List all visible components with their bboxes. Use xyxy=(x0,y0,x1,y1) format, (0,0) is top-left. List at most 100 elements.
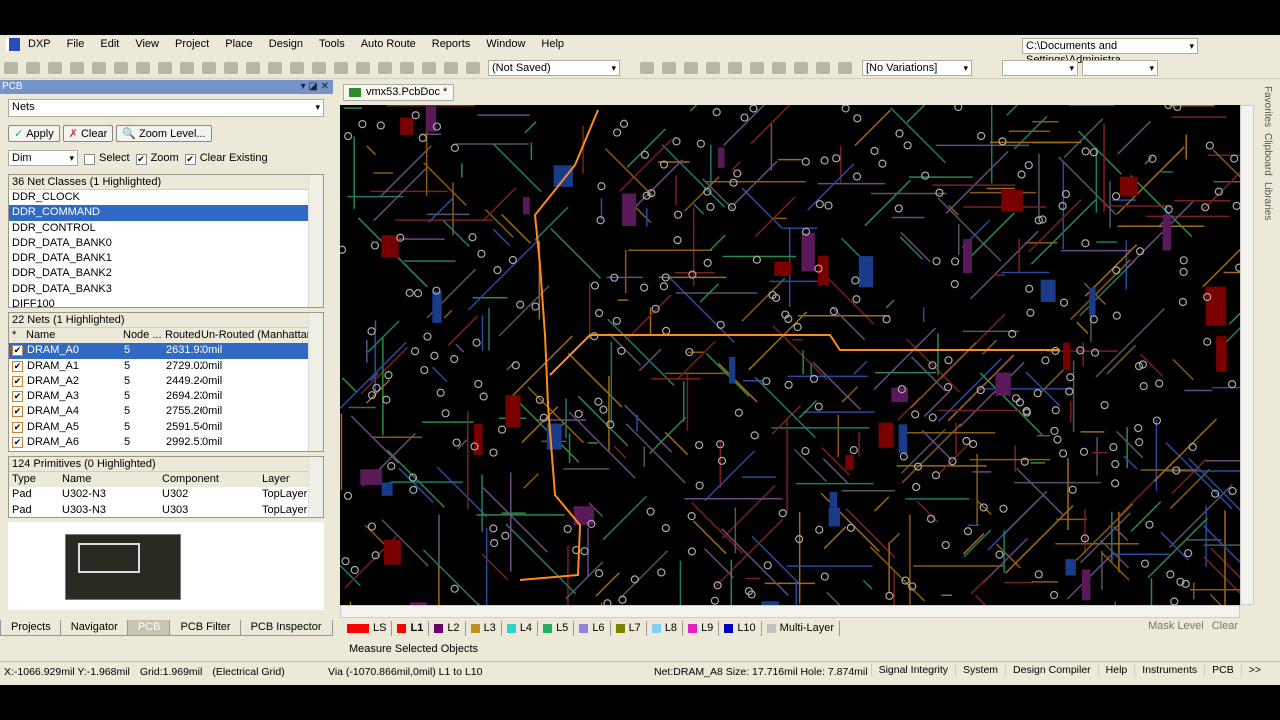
net-class-item[interactable]: DDR_DATA_BANK2 xyxy=(9,266,323,281)
toolbar-icon[interactable] xyxy=(158,61,172,74)
primitives-scrollbar[interactable] xyxy=(308,457,323,517)
net-checkbox[interactable]: ✔ xyxy=(12,360,23,372)
menu-file[interactable]: File xyxy=(59,38,93,50)
layer-tab-l6[interactable]: L6 xyxy=(574,620,611,636)
net-row[interactable]: ✔ DRAM_A5 5 2591.54 0mil xyxy=(9,420,323,435)
toolbar-icon[interactable] xyxy=(114,61,128,74)
vertical-scrollbar[interactable] xyxy=(1240,105,1254,605)
status-button[interactable]: Instruments xyxy=(1134,664,1204,676)
col-type[interactable]: Type xyxy=(12,472,62,487)
net-class-item[interactable]: DIFF100 xyxy=(9,297,323,307)
filter-select-1[interactable] xyxy=(1002,59,1078,76)
status-button[interactable]: Help xyxy=(1097,664,1135,676)
status-button[interactable]: >> xyxy=(1240,664,1268,676)
toolbar-icon[interactable] xyxy=(772,61,786,74)
net-checkbox[interactable]: ✔ xyxy=(12,391,23,403)
layer-tab-l9[interactable]: L9 xyxy=(683,620,720,636)
col-node[interactable]: Node ... xyxy=(123,328,165,343)
layer-tab-l2[interactable]: L2 xyxy=(429,620,466,636)
toolbar-icon[interactable] xyxy=(312,61,326,74)
panel-tab-pcb-filter[interactable]: PCB Filter xyxy=(169,620,242,636)
net-class-item[interactable]: DDR_DATA_BANK0 xyxy=(9,236,323,251)
layer-tab-multi-layer[interactable]: Multi-Layer xyxy=(762,620,841,636)
dim-select[interactable]: Dim xyxy=(8,150,78,166)
nets-scrollbar[interactable] xyxy=(308,313,323,451)
toolbar-icon[interactable] xyxy=(444,61,458,74)
net-checkbox[interactable]: ✔ xyxy=(12,375,23,387)
filter-select-2[interactable] xyxy=(1082,59,1158,76)
col-layer[interactable]: Layer xyxy=(262,472,312,487)
menu-project[interactable]: Project xyxy=(167,38,217,50)
col-routed[interactable]: Routed xyxy=(165,328,201,343)
toolbar-icon[interactable] xyxy=(684,61,698,74)
toolbar-icon[interactable] xyxy=(706,61,720,74)
clear-existing-checkbox[interactable]: ✔ Clear Existing xyxy=(184,152,268,165)
toolbar-icon[interactable] xyxy=(334,61,348,74)
toolbar-icon[interactable] xyxy=(4,61,18,74)
favorites-tab[interactable]: Favorites xyxy=(1262,86,1273,127)
toolbar-icon[interactable] xyxy=(750,61,764,74)
variations-select[interactable]: [No Variations] xyxy=(862,59,972,76)
net-class-item[interactable]: DDR_CONTROL xyxy=(9,221,323,236)
menu-tools[interactable]: Tools xyxy=(311,38,353,50)
net-class-item[interactable]: DDR_DATA_BANK1 xyxy=(9,251,323,266)
net-row[interactable]: ✔ DRAM_A4 5 2755.26 0mil xyxy=(9,404,323,419)
horizontal-scrollbar[interactable] xyxy=(340,605,1240,618)
toolbar-icon[interactable] xyxy=(70,61,84,74)
net-row[interactable]: ✔ DRAM_A2 5 2449.24 0mil xyxy=(9,374,323,389)
panel-controls[interactable]: ▾ ◪ ✕ xyxy=(301,80,329,94)
toolbar-icon[interactable] xyxy=(794,61,808,74)
col-unrouted[interactable]: Un-Routed (Manhattan) xyxy=(201,328,311,343)
menu-help[interactable]: Help xyxy=(533,38,572,50)
net-row[interactable]: ✔ DRAM_A1 5 2729.02 0mil xyxy=(9,359,323,374)
libraries-tab[interactable]: Libraries xyxy=(1262,182,1273,220)
status-button[interactable]: Signal Integrity xyxy=(870,664,955,676)
toolbar-icon[interactable] xyxy=(48,61,62,74)
primitive-row[interactable]: Pad U302-N3 U302 TopLayer xyxy=(9,487,323,502)
menu-place[interactable]: Place xyxy=(217,38,261,50)
layer-tab-l3[interactable]: L3 xyxy=(466,620,502,636)
toolbar-icon[interactable] xyxy=(378,61,392,74)
project-path-select[interactable]: C:\Documents and Settings\Administra xyxy=(1022,38,1198,66)
panel-tab-pcb-inspector[interactable]: PCB Inspector xyxy=(239,620,333,636)
menu-design[interactable]: Design xyxy=(261,38,311,50)
toolbar-icon[interactable] xyxy=(422,61,436,74)
primitive-row[interactable]: Pad U303-N3 U303 TopLayer xyxy=(9,503,323,517)
net-row[interactable]: ✔ DRAM_A0 5 2631.93 0mil xyxy=(9,343,323,359)
panel-tab-projects[interactable]: Projects xyxy=(0,620,62,636)
toolbar-icon[interactable] xyxy=(92,61,106,74)
toolbar-icon[interactable] xyxy=(180,61,194,74)
net-class-item[interactable]: DDR_CLOCK xyxy=(9,190,323,205)
menu-auto-route[interactable]: Auto Route xyxy=(353,38,424,50)
net-classes-scrollbar[interactable] xyxy=(308,175,323,307)
net-checkbox[interactable]: ✔ xyxy=(12,437,23,449)
status-button[interactable]: PCB xyxy=(1204,664,1241,676)
net-class-item[interactable]: DDR_DATA_BANK3 xyxy=(9,282,323,297)
select-checkbox[interactable]: Select xyxy=(84,152,130,165)
col-name[interactable]: Name xyxy=(26,328,123,343)
col-prim-name[interactable]: Name xyxy=(62,472,162,487)
status-button[interactable]: System xyxy=(955,664,1005,676)
net-row[interactable]: ✔ DRAM_A6 5 2992.51 0mil xyxy=(9,435,323,450)
net-checkbox[interactable]: ✔ xyxy=(12,421,23,433)
layer-tab-l4[interactable]: L4 xyxy=(502,620,539,636)
clipboard-tab[interactable]: Clipboard xyxy=(1262,133,1273,176)
saved-state-select[interactable]: (Not Saved) xyxy=(488,59,620,76)
layer-tab-ls[interactable]: LS xyxy=(342,620,393,636)
panel-tab-pcb[interactable]: PCB xyxy=(126,620,172,636)
toolbar-icon[interactable] xyxy=(662,61,676,74)
menu-edit[interactable]: Edit xyxy=(92,38,127,50)
panel-tab-navigator[interactable]: Navigator xyxy=(59,620,129,636)
apply-button[interactable]: ✓ Apply xyxy=(8,125,60,142)
layer-tab-l8[interactable]: L8 xyxy=(647,620,684,636)
net-checkbox[interactable]: ✔ xyxy=(12,345,23,357)
toolbar-icon[interactable] xyxy=(838,61,852,74)
toolbar-icon[interactable] xyxy=(640,61,654,74)
zoom-level-button[interactable]: 🔍 Zoom Level... xyxy=(116,125,212,142)
zoom-checkbox[interactable]: ✔ Zoom xyxy=(135,152,179,165)
menu-window[interactable]: Window xyxy=(478,38,533,50)
menu-view[interactable]: View xyxy=(127,38,167,50)
toolbar-icon[interactable] xyxy=(290,61,304,74)
clear-button[interactable]: ✗ Clear xyxy=(62,125,114,142)
pcb-canvas[interactable] xyxy=(340,105,1240,605)
